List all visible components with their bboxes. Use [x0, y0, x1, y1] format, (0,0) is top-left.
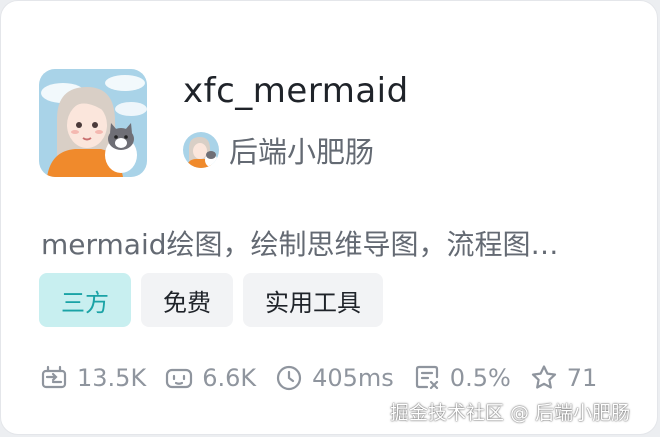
stat-error-rate-value: 0.5% — [449, 364, 511, 392]
stat-bots: 6.6K — [164, 363, 256, 393]
stat-bots-value: 6.6K — [202, 364, 257, 392]
tag-utility[interactable]: 实用工具 — [243, 273, 383, 327]
clock-icon — [274, 363, 304, 393]
stat-error-rate: 0.5% — [412, 363, 511, 393]
star-icon[interactable] — [529, 363, 559, 393]
plugin-avatar-image — [39, 69, 147, 177]
author-info[interactable]: 后端小肥肠 — [183, 129, 374, 171]
stats-row: 13.5K 6.6K 405ms 0.5% 71 — [39, 363, 615, 393]
author-avatar — [183, 132, 219, 168]
tag-third-party[interactable]: 三方 — [39, 273, 131, 327]
plugin-card[interactable]: xfc_mermaid 后端小肥肠 mermaid绘图，绘制思维导图，流程图… … — [0, 0, 658, 435]
plugin-title: xfc_mermaid — [183, 71, 409, 111]
stat-usage-value: 13.5K — [77, 364, 147, 392]
error-rate-icon — [412, 363, 442, 393]
plugin-description: mermaid绘图，绘制思维导图，流程图… — [41, 228, 559, 261]
author-name: 后端小肥肠 — [229, 135, 375, 169]
stat-latency: 405ms — [274, 363, 394, 393]
stat-favorites[interactable]: 71 — [529, 363, 598, 393]
tag-free[interactable]: 免费 — [141, 273, 233, 327]
stat-latency-value: 405ms — [312, 364, 394, 392]
stat-favorites-value: 71 — [566, 364, 598, 392]
tag-list: 三方 免费 实用工具 — [39, 273, 383, 327]
plugin-usage-icon — [39, 363, 69, 393]
stat-usage: 13.5K — [39, 363, 146, 393]
bot-icon — [164, 363, 194, 393]
watermark-text: 掘金技术社区 @ 后端小肥肠 — [390, 402, 631, 424]
